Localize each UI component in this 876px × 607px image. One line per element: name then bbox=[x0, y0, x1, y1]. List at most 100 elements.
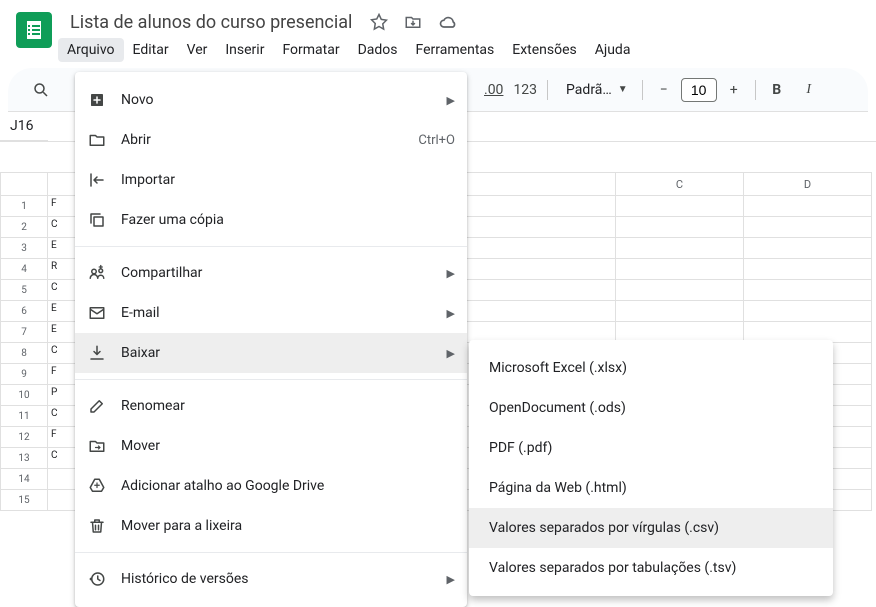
file-menu-item[interactable]: Compartilhar ▶ bbox=[75, 253, 467, 293]
cell[interactable] bbox=[744, 217, 872, 238]
file-menu-item[interactable]: Novo▶ bbox=[75, 80, 467, 120]
row-header[interactable]: 12 bbox=[0, 427, 48, 448]
file-menu-item[interactable]: Renomear bbox=[75, 386, 467, 426]
row-header[interactable]: 8 bbox=[0, 343, 48, 364]
file-menu-item[interactable]: AbrirCtrl+O bbox=[75, 120, 467, 160]
menu-item-label: Mover bbox=[121, 438, 455, 454]
select-all-corner[interactable] bbox=[0, 172, 48, 196]
star-icon[interactable] bbox=[366, 9, 392, 35]
cell[interactable] bbox=[744, 196, 872, 217]
col-header[interactable]: D bbox=[744, 172, 872, 196]
row-header[interactable]: 6 bbox=[0, 301, 48, 322]
download-option[interactable]: OpenDocument (.ods) bbox=[469, 388, 833, 428]
cell[interactable] bbox=[616, 217, 744, 238]
row-header[interactable]: 5 bbox=[0, 280, 48, 301]
menu-item-label: Compartilhar bbox=[121, 265, 433, 281]
file-menu-item[interactable]: Importar bbox=[75, 160, 467, 200]
cell[interactable] bbox=[744, 301, 872, 322]
row-header[interactable]: 9 bbox=[0, 364, 48, 385]
file-menu-item[interactable]: Mover bbox=[75, 426, 467, 466]
menu-ferramentas[interactable]: Ferramentas bbox=[407, 38, 504, 62]
row-header[interactable]: 11 bbox=[0, 406, 48, 427]
file-menu-item[interactable]: Mover para a lixeira bbox=[75, 506, 467, 546]
history-icon bbox=[87, 570, 107, 588]
row-header[interactable]: 14 bbox=[0, 469, 48, 490]
menu-item-label: Novo bbox=[121, 92, 433, 108]
chevron-right-icon: ▶ bbox=[447, 347, 455, 360]
cloud-status-icon[interactable] bbox=[434, 8, 462, 36]
menu-formatar[interactable]: Formatar bbox=[273, 38, 348, 62]
chevron-right-icon: ▶ bbox=[447, 267, 455, 280]
download-option[interactable]: PDF (.pdf) bbox=[469, 428, 833, 468]
font-family-select[interactable]: Padrã… ▼ bbox=[554, 78, 636, 102]
col-header[interactable]: C bbox=[616, 172, 744, 196]
row-header[interactable]: 10 bbox=[0, 385, 48, 406]
import-icon bbox=[87, 171, 107, 189]
increase-font-size-button[interactable]: + bbox=[719, 75, 749, 105]
doc-title[interactable]: Lista de alunos do curso presencial bbox=[64, 10, 358, 35]
search-icon[interactable] bbox=[26, 75, 56, 105]
file-menu-item[interactable]: Fazer uma cópia bbox=[75, 200, 467, 240]
chevron-right-icon: ▶ bbox=[447, 573, 455, 586]
menu-item-label: Adicionar atalho ao Google Drive bbox=[121, 478, 455, 494]
row-header[interactable]: 7 bbox=[0, 322, 48, 343]
bold-button[interactable]: B bbox=[762, 75, 792, 105]
file-menu-item[interactable]: Histórico de versões ▶ bbox=[75, 559, 467, 599]
cell[interactable] bbox=[616, 238, 744, 259]
menu-inserir[interactable]: Inserir bbox=[216, 38, 273, 62]
cell[interactable] bbox=[744, 238, 872, 259]
file-menu-item[interactable]: Adicionar atalho ao Google Drive bbox=[75, 466, 467, 506]
cell[interactable] bbox=[744, 259, 872, 280]
menu-item-label: Renomear bbox=[121, 398, 455, 414]
row-header[interactable]: 15 bbox=[0, 490, 48, 511]
plus-square-icon bbox=[87, 91, 107, 109]
row-header[interactable]: 4 bbox=[0, 259, 48, 280]
menu-arquivo[interactable]: Arquivo bbox=[58, 38, 124, 62]
menu-extensões[interactable]: Extensões bbox=[503, 38, 586, 62]
font-size-input[interactable] bbox=[681, 78, 717, 102]
chevron-right-icon: ▶ bbox=[447, 307, 455, 320]
menu-item-label: E-mail bbox=[121, 305, 433, 321]
menu-item-label: Mover para a lixeira bbox=[121, 518, 455, 534]
menu-separator bbox=[75, 552, 467, 553]
move-icon bbox=[87, 437, 107, 455]
number-format-button[interactable]: 123 bbox=[509, 75, 541, 105]
cell[interactable] bbox=[744, 280, 872, 301]
row-header[interactable]: 1 bbox=[0, 196, 48, 217]
cell[interactable] bbox=[616, 196, 744, 217]
divider bbox=[642, 80, 643, 100]
download-option[interactable]: Valores separados por vírgulas (.csv) bbox=[469, 508, 833, 548]
name-box[interactable]: J16 bbox=[0, 112, 48, 141]
file-menu-item[interactable]: Baixar ▶ bbox=[75, 333, 467, 373]
menu-ajuda[interactable]: Ajuda bbox=[586, 38, 640, 62]
chevron-down-icon: ▼ bbox=[618, 84, 628, 95]
row-header[interactable]: 2 bbox=[0, 217, 48, 238]
download-option[interactable]: Página da Web (.html) bbox=[469, 468, 833, 508]
row-header[interactable]: 13 bbox=[0, 448, 48, 469]
mail-icon bbox=[87, 304, 107, 322]
menu-ver[interactable]: Ver bbox=[178, 38, 217, 62]
download-option[interactable]: Valores separados por tabulações (.tsv) bbox=[469, 548, 833, 588]
decrease-font-size-button[interactable]: − bbox=[649, 75, 679, 105]
menu-editar[interactable]: Editar bbox=[124, 38, 178, 62]
file-menu-item[interactable]: E-mail ▶ bbox=[75, 293, 467, 333]
italic-button[interactable]: I bbox=[794, 75, 824, 105]
sheets-logo[interactable] bbox=[16, 12, 52, 48]
row-header[interactable]: 3 bbox=[0, 238, 48, 259]
cell[interactable] bbox=[616, 280, 744, 301]
download-icon bbox=[87, 344, 107, 362]
menu-item-label: Abrir bbox=[121, 132, 404, 148]
file-menu-dropdown: Novo▶AbrirCtrl+OImportarFazer uma cópiaC… bbox=[75, 72, 467, 607]
cell[interactable] bbox=[616, 301, 744, 322]
menu-item-label: Baixar bbox=[121, 345, 433, 361]
cell[interactable] bbox=[616, 259, 744, 280]
menu-dados[interactable]: Dados bbox=[349, 38, 407, 62]
download-option[interactable]: Microsoft Excel (.xlsx) bbox=[469, 348, 833, 388]
copy-icon bbox=[87, 211, 107, 229]
move-to-folder-icon[interactable] bbox=[400, 9, 426, 35]
rename-icon bbox=[87, 397, 107, 415]
menu-item-label: Histórico de versões bbox=[121, 571, 433, 587]
share-icon bbox=[87, 264, 107, 282]
decrease-decimal-button[interactable]: .00 bbox=[480, 75, 507, 105]
add-drive-icon bbox=[87, 477, 107, 495]
